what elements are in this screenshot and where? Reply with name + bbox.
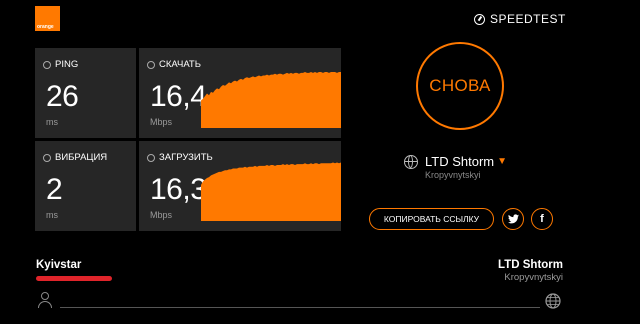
speedtest-header: SPEEDTEST xyxy=(474,12,566,26)
ping-icon xyxy=(43,60,51,69)
upload-tile: ЗАГРУЗИТЬ 16,3 Mbps xyxy=(139,141,341,231)
again-button[interactable]: СНОВА xyxy=(416,42,504,130)
ping-label: PING xyxy=(43,59,78,70)
server-city: Kropyvnytskyi xyxy=(425,170,481,180)
redacted-ip xyxy=(36,276,112,281)
upload-graph-area xyxy=(201,162,341,221)
speedtest-panel: orange SPEEDTEST PING 26 ms СКАЧАТЬ 16,4… xyxy=(0,0,640,324)
upload-icon xyxy=(147,153,155,162)
globe-icon xyxy=(404,155,418,169)
host-info: LTD Shtorm Kropyvnytskyi xyxy=(498,259,563,283)
upload-graph xyxy=(201,162,341,221)
user-icon xyxy=(38,292,52,308)
server-globe-icon xyxy=(545,293,561,309)
upload-unit: Mbps xyxy=(150,210,173,220)
facebook-button[interactable]: f xyxy=(531,208,553,230)
jitter-icon xyxy=(43,153,51,162)
download-value: 16,4 xyxy=(150,80,207,113)
ping-unit: ms xyxy=(46,117,58,127)
speedtest-title: SPEEDTEST xyxy=(490,12,566,26)
download-unit: Mbps xyxy=(150,117,173,127)
host-city: Kropyvnytskyi xyxy=(504,272,563,283)
download-tile: СКАЧАТЬ 16,4 Mbps xyxy=(139,48,341,138)
orange-logo: orange xyxy=(35,6,60,31)
logo-text: orange xyxy=(37,24,54,30)
download-graph-area xyxy=(201,72,341,128)
jitter-unit: ms xyxy=(46,210,58,220)
jitter-label: ВИБРАЦИЯ xyxy=(43,152,107,163)
twitter-button[interactable] xyxy=(502,208,524,230)
download-label: СКАЧАТЬ xyxy=(147,59,201,70)
server-selector[interactable]: LTD Shtorm ▼ Kropyvnytskyi xyxy=(404,154,507,180)
download-label-text: СКАЧАТЬ xyxy=(159,59,201,70)
host-name: LTD Shtorm xyxy=(498,259,563,271)
twitter-icon xyxy=(507,214,519,224)
jitter-tile: ВИБРАЦИЯ 2 ms xyxy=(35,141,136,231)
isp-name: Kyivstar xyxy=(36,259,82,271)
upload-value: 16,3 xyxy=(150,173,207,206)
facebook-icon: f xyxy=(540,213,544,225)
ping-value: 26 xyxy=(46,80,79,113)
download-icon xyxy=(147,60,155,69)
server-name: LTD Shtorm xyxy=(425,154,495,169)
ping-label-text: PING xyxy=(55,59,79,70)
connection-line xyxy=(60,307,540,308)
gauge-icon xyxy=(474,13,485,25)
ping-tile: PING 26 ms xyxy=(35,48,136,138)
copy-link-button[interactable]: КОПИРОВАТЬ ССЫЛКУ xyxy=(369,208,494,230)
jitter-value: 2 xyxy=(46,173,63,206)
jitter-label-text: ВИБРАЦИЯ xyxy=(55,152,108,163)
download-graph xyxy=(201,72,341,128)
chevron-down-icon: ▼ xyxy=(497,156,508,167)
